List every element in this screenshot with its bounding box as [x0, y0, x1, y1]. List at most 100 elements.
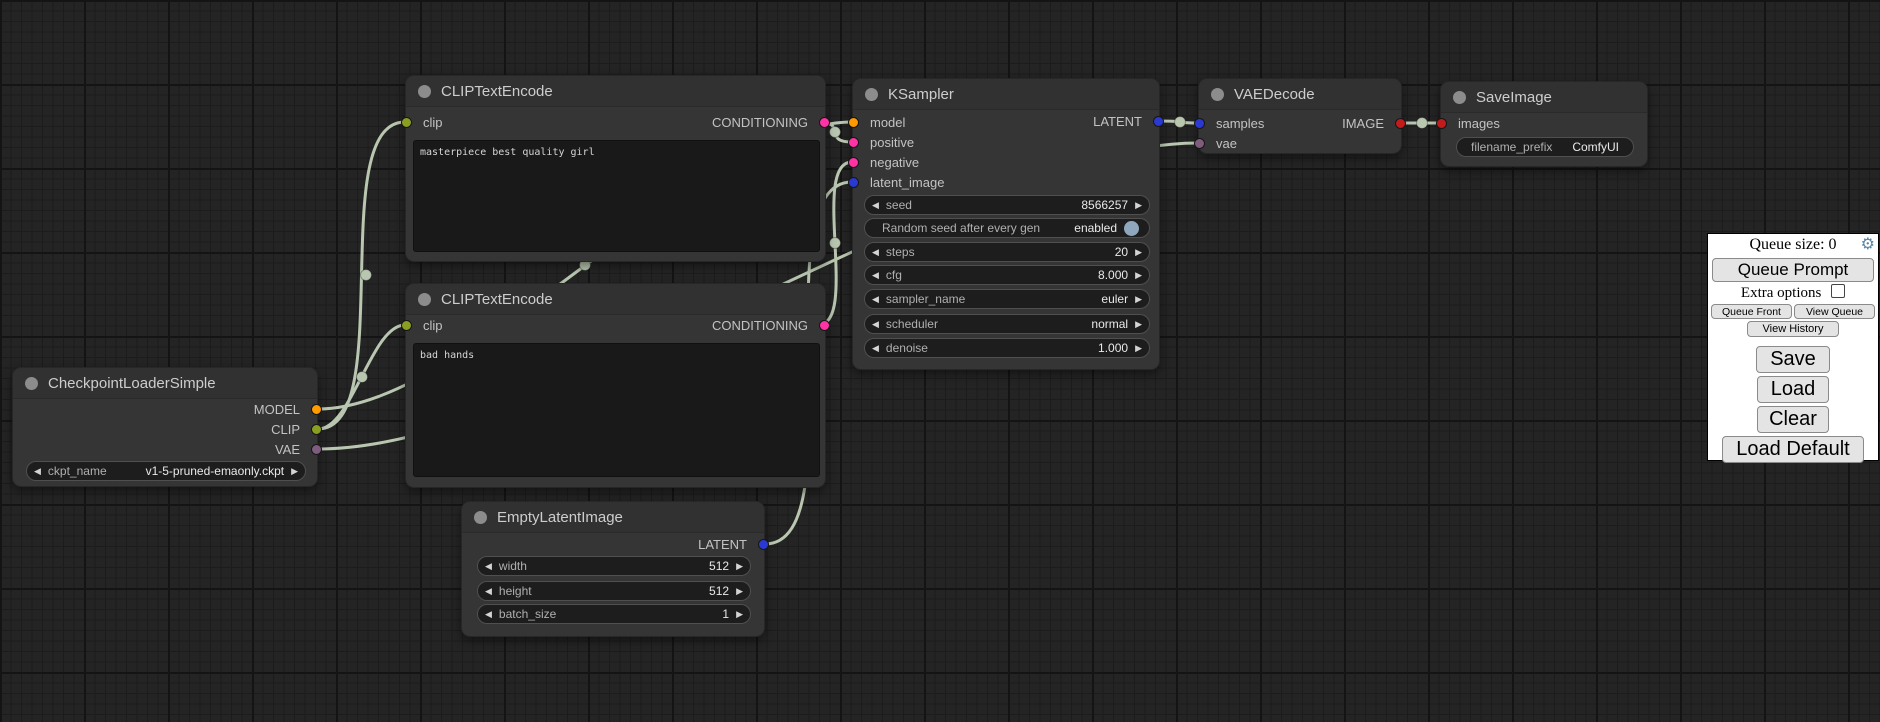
cfg-widget[interactable]: ◀ cfg 8.000 ▶ — [864, 265, 1150, 285]
node-save-image[interactable]: SaveImage images filename_prefix ComfyUI — [1440, 81, 1648, 167]
input-port-samples[interactable]: samples — [1199, 117, 1264, 131]
input-port-clip[interactable]: clip — [406, 319, 443, 333]
input-port-model[interactable]: model — [853, 116, 905, 130]
output-port-latent[interactable]: LATENT — [698, 538, 764, 552]
input-port-negative[interactable]: negative — [853, 156, 919, 170]
load-button[interactable]: Load — [1757, 376, 1830, 403]
port-dot-conditioning[interactable] — [848, 157, 859, 168]
node-title-bar[interactable]: CheckpointLoaderSimple — [13, 368, 317, 399]
port-dot-vae[interactable] — [311, 444, 322, 455]
steps-widget[interactable]: ◀ steps 20 ▶ — [864, 242, 1150, 262]
port-dot-model[interactable] — [848, 117, 859, 128]
port-dot-latent[interactable] — [1153, 116, 1164, 127]
collapse-dot-icon[interactable] — [418, 85, 431, 98]
seed-widget[interactable]: ◀ seed 8566257 ▶ — [864, 195, 1150, 215]
link-midpoint-dot[interactable] — [1417, 118, 1428, 129]
filename-prefix-widget[interactable]: filename_prefix ComfyUI — [1456, 137, 1634, 157]
decrement-arrow-icon[interactable]: ◀ — [865, 195, 886, 215]
node-title-bar[interactable]: VAEDecode — [1199, 79, 1401, 110]
settings-gear-icon[interactable]: ⚙ — [1861, 234, 1875, 253]
clear-button[interactable]: Clear — [1757, 406, 1829, 433]
node-ksampler[interactable]: KSampler model positive negative latent_… — [852, 78, 1160, 370]
input-port-clip[interactable]: clip — [406, 116, 443, 130]
decrement-arrow-icon[interactable]: ◀ — [478, 604, 499, 624]
output-port-clip[interactable]: CLIP — [271, 423, 317, 437]
node-checkpoint-loader-simple[interactable]: CheckpointLoaderSimple MODEL CLIP VAE ◀ … — [12, 367, 318, 487]
increment-arrow-icon[interactable]: ▶ — [1128, 338, 1149, 358]
decrement-arrow-icon[interactable]: ◀ — [478, 581, 499, 601]
decrement-arrow-icon[interactable]: ◀ — [865, 314, 886, 334]
denoise-widget[interactable]: ◀ denoise 1.000 ▶ — [864, 338, 1150, 358]
link-midpoint-dot[interactable] — [361, 270, 372, 281]
negative-prompt-textarea[interactable]: bad hands — [413, 343, 820, 477]
increment-arrow-icon[interactable]: ▶ — [1128, 195, 1149, 215]
collapse-dot-icon[interactable] — [1453, 91, 1466, 104]
increment-arrow-icon[interactable]: ▶ — [1128, 289, 1149, 309]
toggle-enabled-icon[interactable] — [1124, 221, 1139, 236]
view-history-button[interactable]: View History — [1747, 321, 1839, 337]
increment-arrow-icon[interactable]: ▶ — [729, 581, 750, 601]
positive-prompt-textarea[interactable]: masterpiece best quality girl — [413, 140, 820, 252]
port-dot-conditioning[interactable] — [819, 117, 830, 128]
node-title-bar[interactable]: EmptyLatentImage — [462, 502, 764, 533]
node-title-bar[interactable]: SaveImage — [1441, 82, 1647, 113]
ckpt-name-widget[interactable]: ◀ ckpt_name v1-5-pruned-emaonly.ckpt ▶ — [26, 461, 306, 481]
input-port-vae[interactable]: vae — [1199, 137, 1237, 151]
increment-arrow-icon[interactable]: ▶ — [729, 604, 750, 624]
port-dot-vae[interactable] — [1194, 138, 1205, 149]
decrement-arrow-icon[interactable]: ◀ — [865, 242, 886, 262]
random-seed-toggle-widget[interactable]: Random seed after every gen enabled — [864, 218, 1150, 238]
port-dot-conditioning[interactable] — [848, 137, 859, 148]
increment-arrow-icon[interactable]: ▶ — [284, 461, 305, 481]
decrement-arrow-icon[interactable]: ◀ — [27, 461, 48, 481]
port-dot-image[interactable] — [1395, 118, 1406, 129]
increment-arrow-icon[interactable]: ▶ — [729, 556, 750, 576]
port-dot-conditioning[interactable] — [819, 320, 830, 331]
node-vae-decode[interactable]: VAEDecode samples vae IMAGE — [1198, 78, 1402, 154]
decrement-arrow-icon[interactable]: ◀ — [865, 338, 886, 358]
port-dot-latent[interactable] — [758, 539, 769, 550]
collapse-dot-icon[interactable] — [865, 88, 878, 101]
sampler-name-widget[interactable]: ◀ sampler_name euler ▶ — [864, 289, 1150, 309]
link-midpoint-dot[interactable] — [1175, 117, 1186, 128]
link-midpoint-dot[interactable] — [830, 238, 841, 249]
port-dot-image[interactable] — [1436, 118, 1447, 129]
port-dot-clip[interactable] — [311, 424, 322, 435]
extra-options-checkbox[interactable] — [1831, 284, 1845, 298]
width-widget[interactable]: ◀ width 512 ▶ — [477, 556, 751, 576]
queue-prompt-button[interactable]: Queue Prompt — [1712, 258, 1874, 282]
link-midpoint-dot[interactable] — [830, 127, 841, 138]
decrement-arrow-icon[interactable]: ◀ — [865, 265, 886, 285]
input-port-positive[interactable]: positive — [853, 136, 914, 150]
increment-arrow-icon[interactable]: ▶ — [1128, 265, 1149, 285]
output-port-conditioning[interactable]: CONDITIONING — [712, 116, 825, 130]
output-port-vae[interactable]: VAE — [275, 443, 317, 457]
port-dot-latent[interactable] — [848, 177, 859, 188]
view-queue-button[interactable]: View Queue — [1794, 304, 1875, 319]
link-midpoint-dot[interactable] — [357, 372, 368, 383]
input-port-latent-image[interactable]: latent_image — [853, 176, 944, 190]
node-title-bar[interactable]: CLIPTextEncode — [406, 76, 825, 107]
collapse-dot-icon[interactable] — [1211, 88, 1224, 101]
port-dot-latent[interactable] — [1194, 118, 1205, 129]
scheduler-widget[interactable]: ◀ scheduler normal ▶ — [864, 314, 1150, 334]
node-clip-text-encode-positive[interactable]: CLIPTextEncode clip CONDITIONING masterp… — [405, 75, 826, 262]
load-default-button[interactable]: Load Default — [1722, 436, 1863, 463]
node-title-bar[interactable]: KSampler — [853, 79, 1159, 110]
collapse-dot-icon[interactable] — [25, 377, 38, 390]
node-title-bar[interactable]: CLIPTextEncode — [406, 284, 825, 315]
port-dot-model[interactable] — [311, 404, 322, 415]
node-clip-text-encode-negative[interactable]: CLIPTextEncode clip CONDITIONING bad han… — [405, 283, 826, 488]
input-port-images[interactable]: images — [1441, 117, 1500, 131]
decrement-arrow-icon[interactable]: ◀ — [478, 556, 499, 576]
port-dot-clip[interactable] — [401, 117, 412, 128]
increment-arrow-icon[interactable]: ▶ — [1128, 314, 1149, 334]
save-button[interactable]: Save — [1756, 346, 1830, 373]
increment-arrow-icon[interactable]: ▶ — [1128, 242, 1149, 262]
batch-size-widget[interactable]: ◀ batch_size 1 ▶ — [477, 604, 751, 624]
collapse-dot-icon[interactable] — [474, 511, 487, 524]
decrement-arrow-icon[interactable]: ◀ — [865, 289, 886, 309]
queue-front-button[interactable]: Queue Front — [1711, 304, 1792, 319]
output-port-conditioning[interactable]: CONDITIONING — [712, 319, 825, 333]
output-port-latent[interactable]: LATENT — [1093, 115, 1159, 129]
